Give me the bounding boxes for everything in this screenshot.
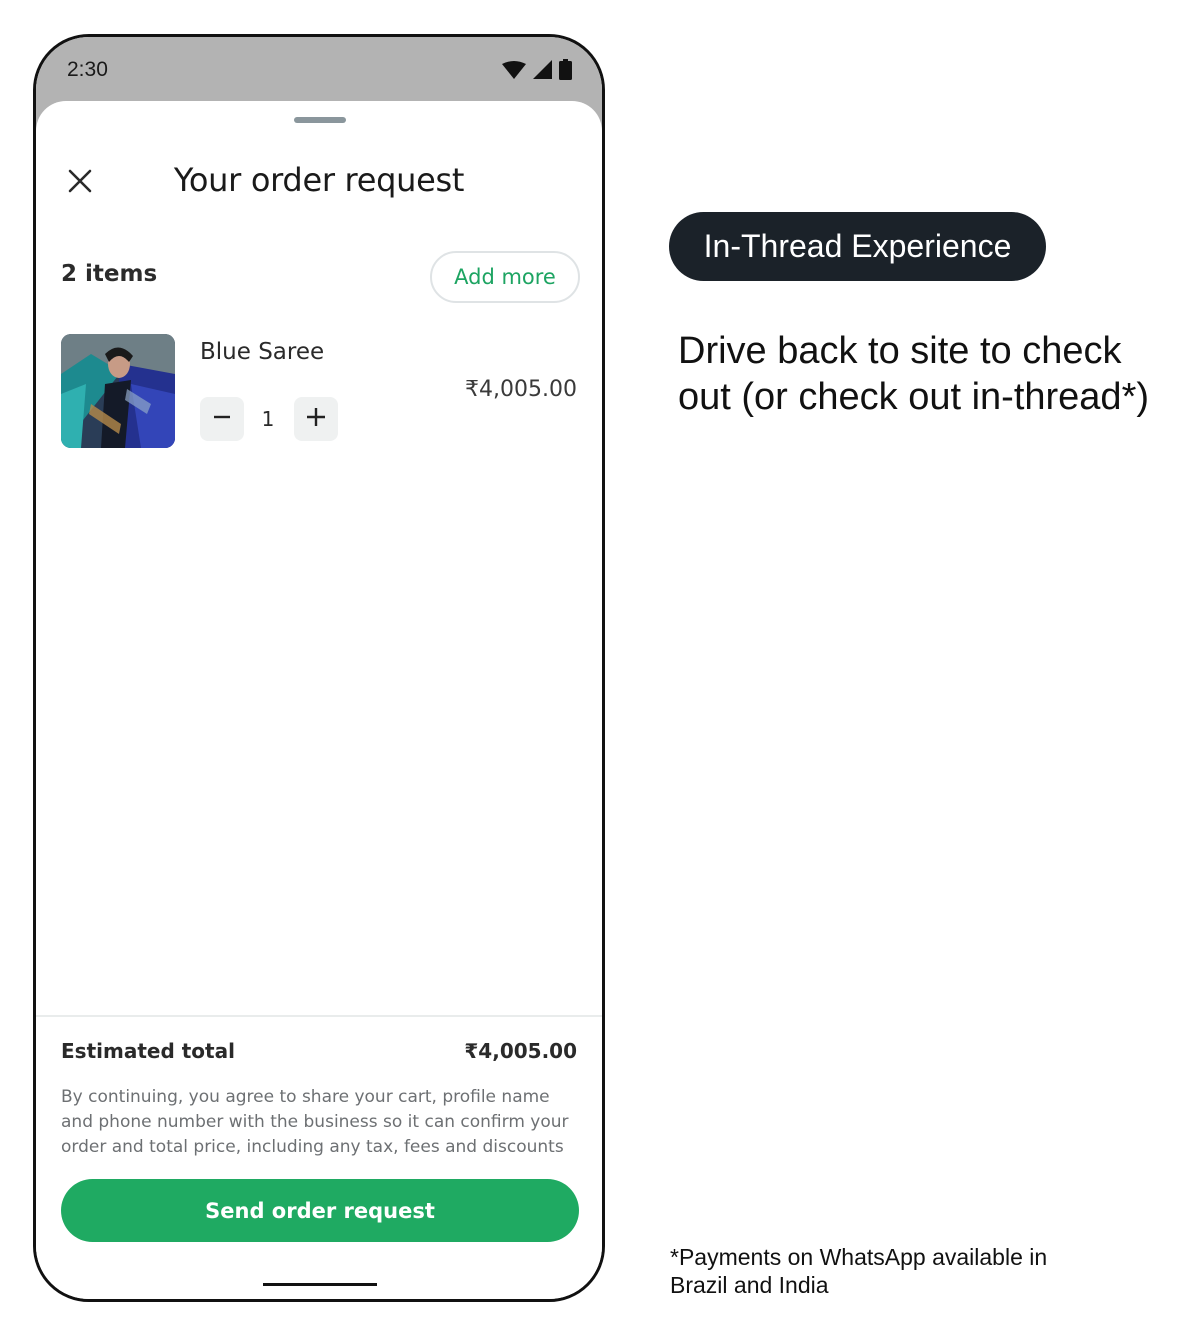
footnote-text: *Payments on WhatsApp available in Brazi… <box>670 1244 1048 1298</box>
send-order-request-button[interactable]: Send order request <box>61 1179 579 1242</box>
phone-frame: 2:30 Your order request 2 items Add more <box>33 34 605 1302</box>
cellular-signal-icon <box>533 60 552 79</box>
minus-icon <box>213 408 231 431</box>
decrement-quantity-button[interactable] <box>200 397 244 441</box>
estimated-total-value: ₹4,005.00 <box>464 1039 577 1063</box>
plus-icon <box>306 407 326 432</box>
caption-text: Drive back to site to check out (or chec… <box>678 330 1150 418</box>
sheet-title: Your order request <box>173 161 465 199</box>
wifi-icon <box>502 60 526 79</box>
quantity-value: 1 <box>261 407 275 431</box>
add-more-button[interactable]: Add more <box>430 251 580 303</box>
experience-badge: In-Thread Experience <box>669 212 1046 281</box>
status-icons <box>502 59 572 80</box>
product-name: Blue Saree <box>200 339 325 365</box>
home-indicator[interactable] <box>263 1283 377 1286</box>
increment-quantity-button[interactable] <box>294 397 338 441</box>
status-time: 2:30 <box>67 58 108 81</box>
product-price: ₹4,005.00 <box>465 377 577 402</box>
product-image <box>61 334 175 448</box>
order-request-sheet: Your order request 2 items Add more Blue… <box>36 101 602 1299</box>
sheet-drag-handle[interactable] <box>294 117 346 123</box>
items-count: 2 items <box>61 261 158 287</box>
battery-icon <box>559 59 572 80</box>
consent-disclaimer: By continuing, you agree to share your c… <box>61 1087 569 1157</box>
estimated-total-label: Estimated total <box>61 1039 235 1063</box>
footer-divider <box>36 1015 602 1017</box>
